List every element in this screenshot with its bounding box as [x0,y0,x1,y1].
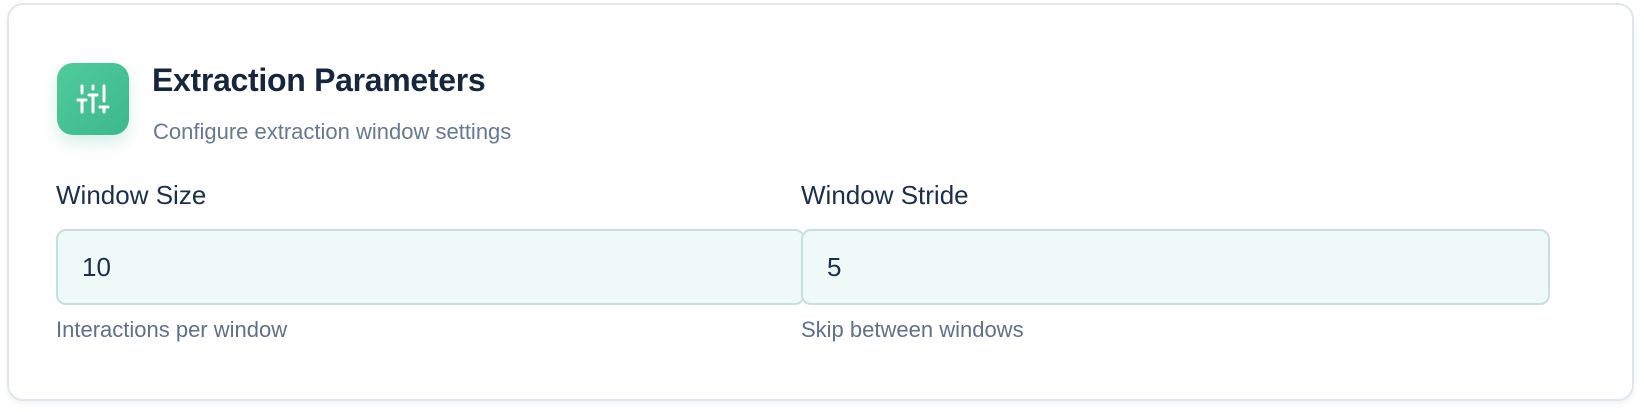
sliders-icon-graphic [76,84,110,114]
page-title: Extraction Parameters [152,62,486,98]
window-stride-label: Window Stride [801,180,969,210]
sliders-icon [57,63,129,135]
window-size-hint: Interactions per window [56,317,288,342]
window-stride-input[interactable] [801,229,1550,305]
page-subtitle: Configure extraction window settings [153,119,512,144]
window-size-input[interactable] [56,229,805,305]
extraction-parameters-card: Extraction Parameters Configure extracti… [7,3,1634,401]
window-size-label: Window Size [56,180,207,210]
window-stride-hint: Skip between windows [801,317,1024,342]
